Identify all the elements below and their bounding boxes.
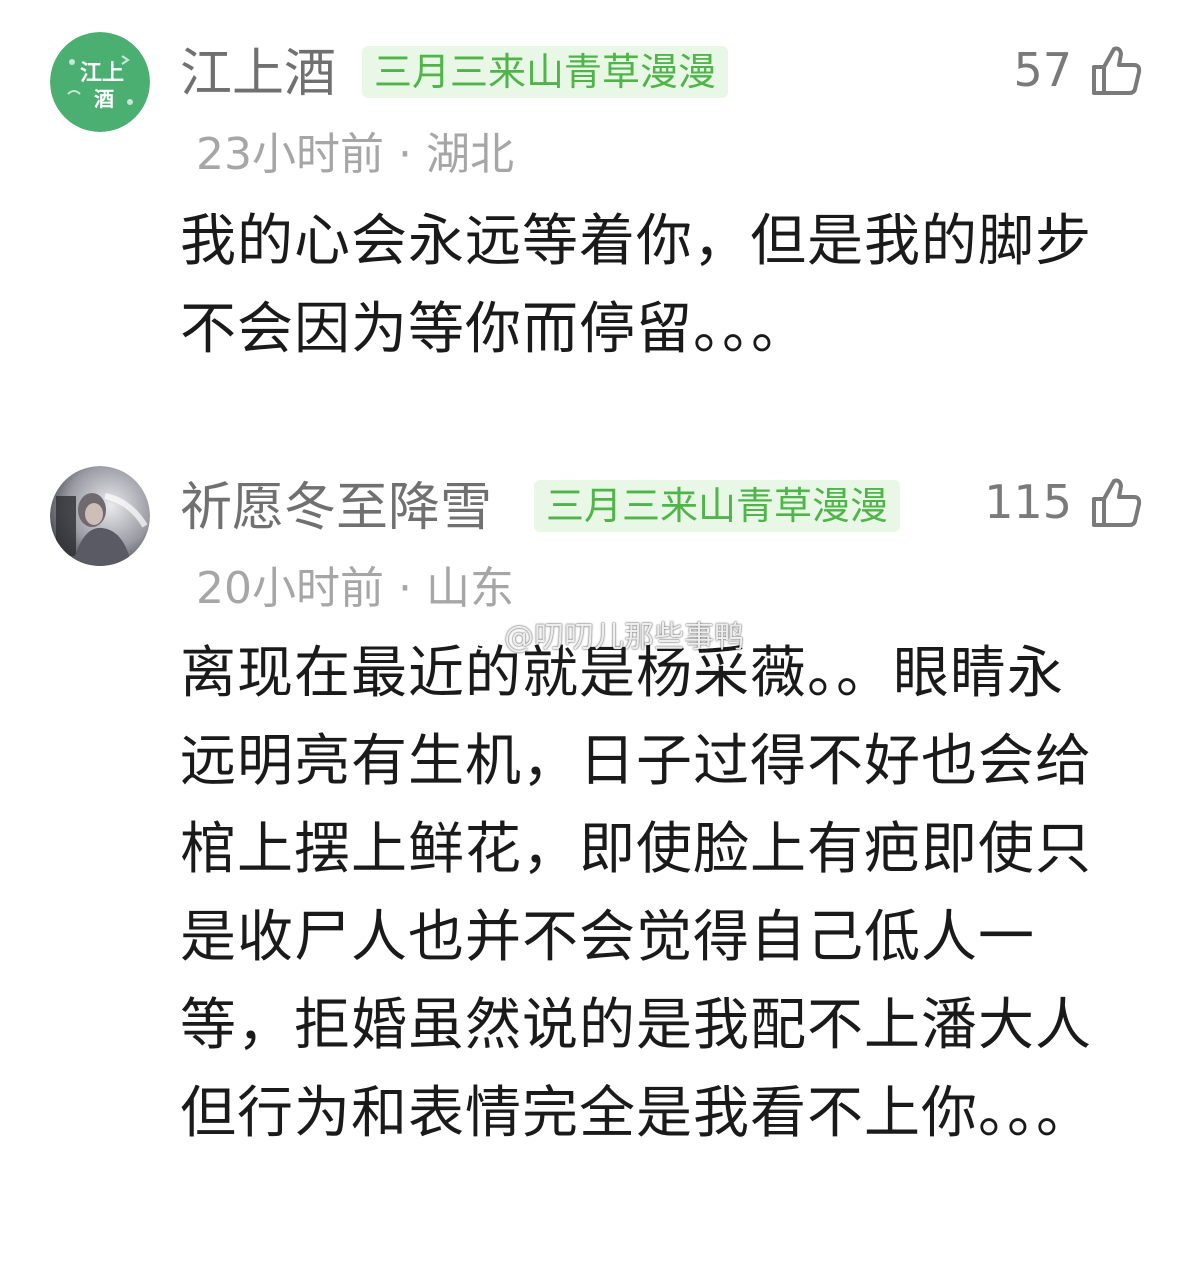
user-badge[interactable]: 三月三来山青草漫漫 [534, 480, 901, 532]
comment-meta: 20小时前 · 山东 [196, 563, 514, 614]
comment-list: 江上 酒 江上酒 三月三来山青草漫漫 57 23小时前 · 湖北 我的心会永远等… [0, 0, 1200, 1287]
username[interactable]: 江上酒 [180, 42, 336, 106]
like-count: 115 [984, 475, 1072, 529]
avatar-image [50, 466, 150, 566]
thumbs-up-icon [1092, 478, 1142, 527]
comment-text: 我的心会永远等着你，但是我的脚步不会因为等你而停留。。。 [180, 209, 1092, 362]
user-badge[interactable]: 三月三来山青草漫漫 [362, 46, 729, 98]
like-button[interactable]: 57 [1013, 38, 1144, 102]
username[interactable]: 祈愿冬至降雪 [180, 476, 492, 540]
avatar[interactable] [50, 466, 150, 566]
comment-text: 离现在最近的就是杨采薇。。眼睛永远明亮有生机，日子过得不好也会给棺上摆上鲜花，即… [180, 641, 1093, 1146]
comment-meta: 23小时前 · 湖北 [196, 129, 514, 180]
like-count: 57 [1013, 43, 1072, 97]
thumbs-up-icon [1092, 46, 1142, 95]
avatar[interactable]: 江上 酒 [50, 32, 150, 132]
weibo-logo-icon [470, 628, 499, 650]
avatar-text-top: 江上 [80, 61, 124, 86]
watermark: @叨叨儿那些事鸭 [470, 618, 744, 658]
avatar-text-bottom: 酒 [94, 87, 114, 111]
avatar-image: 江上 酒 [50, 32, 150, 132]
like-button[interactable]: 115 [984, 470, 1144, 534]
watermark-text: @叨叨儿那些事鸭 [504, 620, 744, 655]
